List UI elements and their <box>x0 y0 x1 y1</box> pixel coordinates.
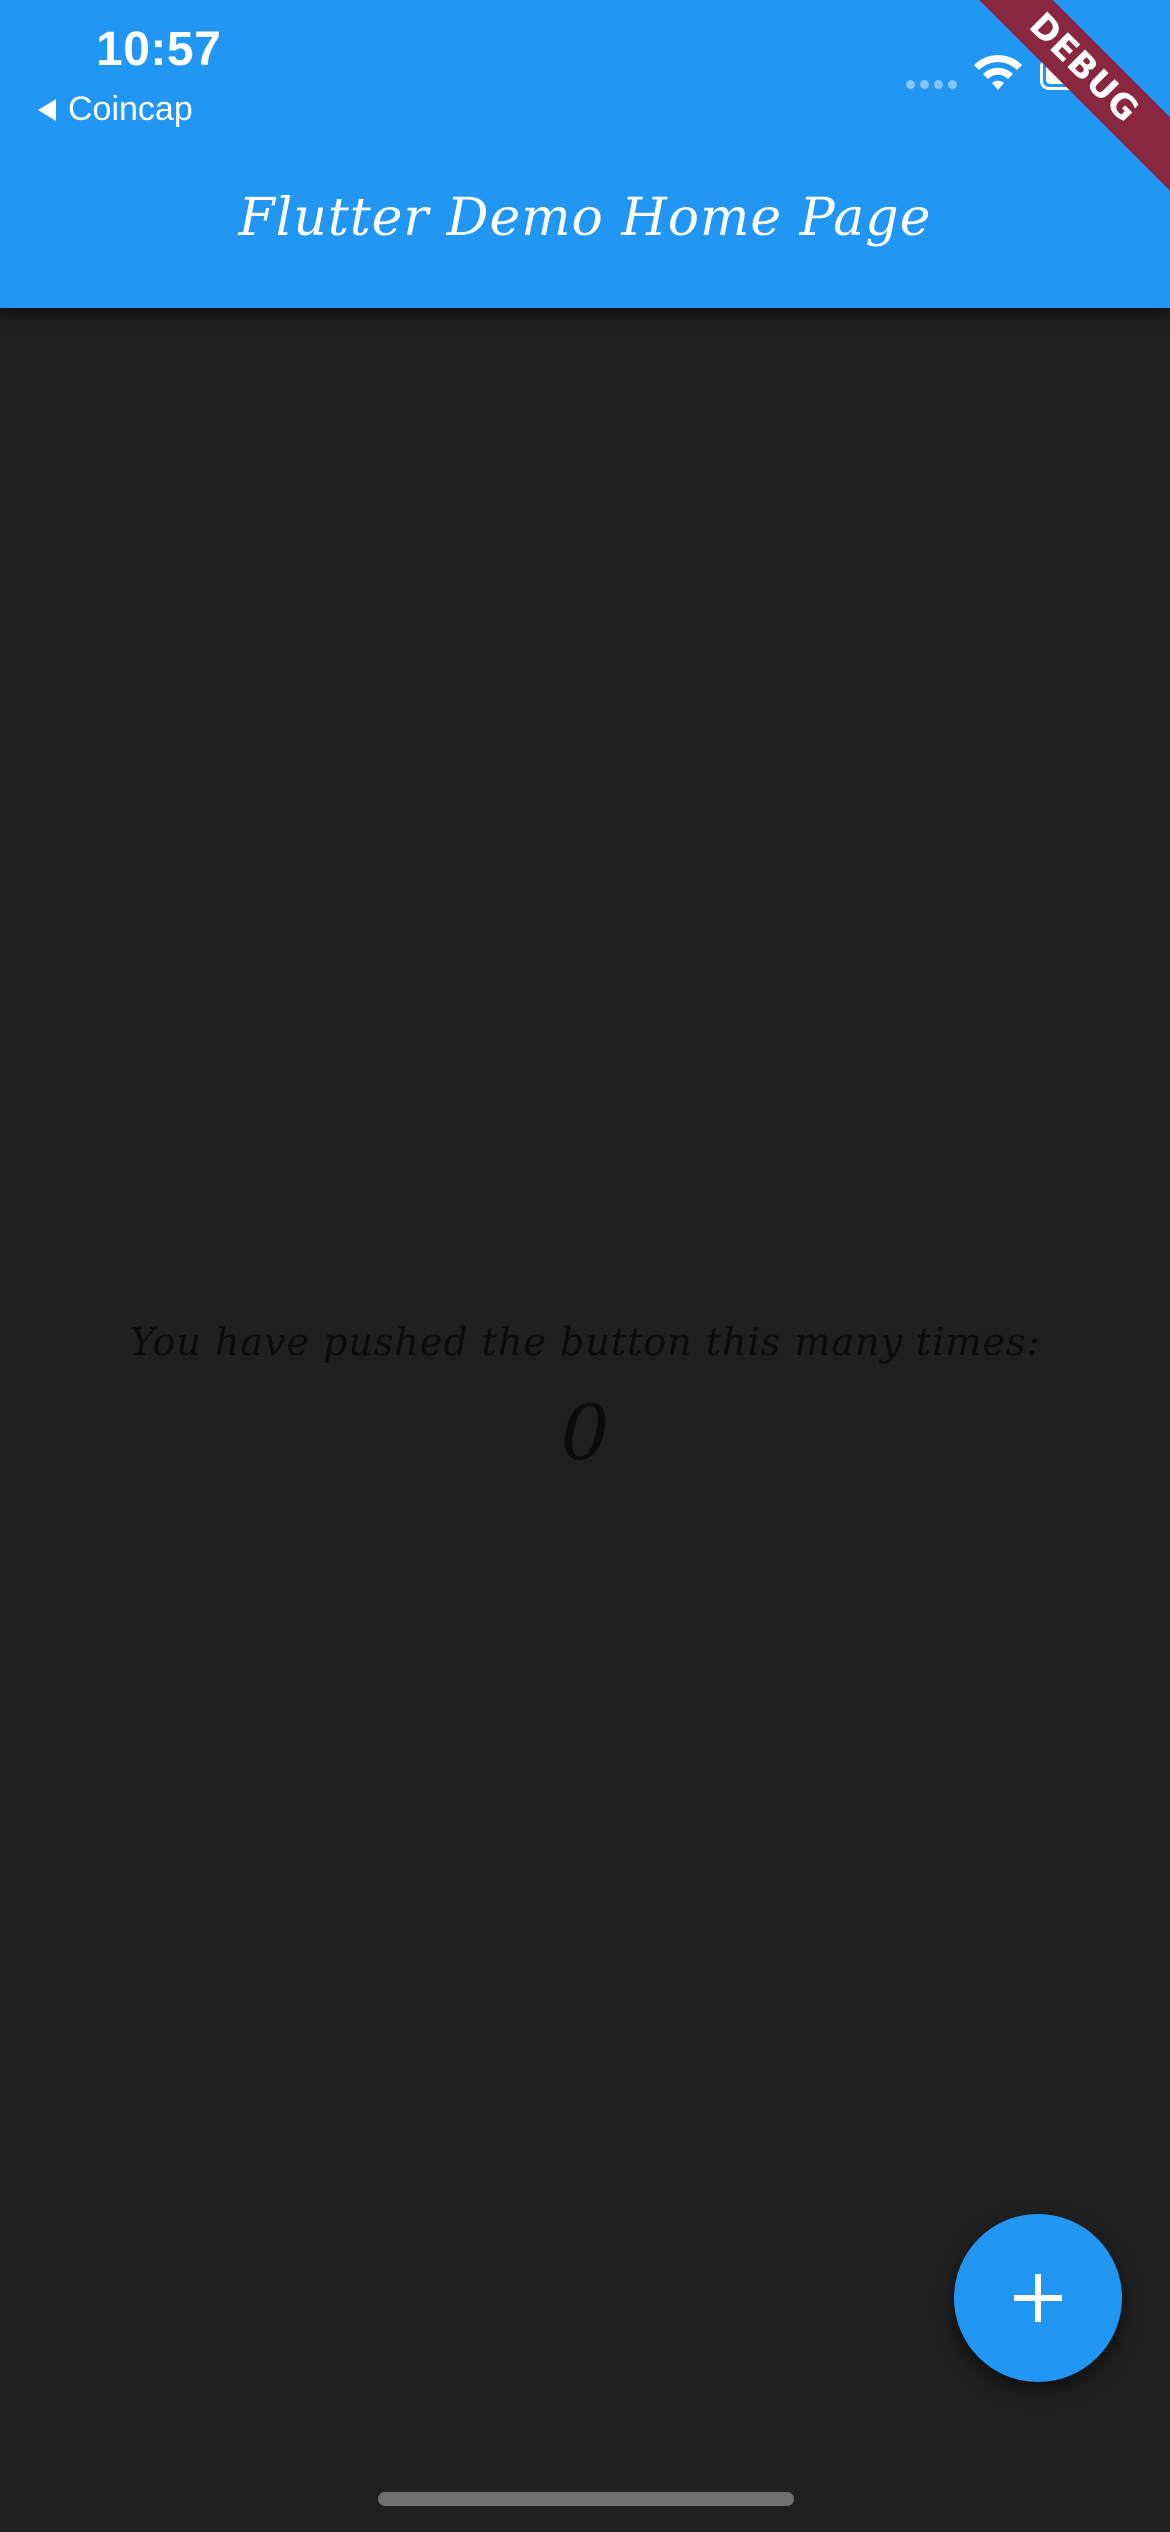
counter-value: 0 <box>560 1388 610 1477</box>
page-title: Flutter Demo Home Page <box>238 188 932 248</box>
increment-button[interactable] <box>954 2214 1122 2382</box>
back-triangle-icon <box>38 98 56 121</box>
home-indicator[interactable] <box>378 2492 794 2506</box>
cellular-signal-icon <box>906 80 957 89</box>
app-screen: 10:57 Coincap Flutter Demo Home Page DEB… <box>0 0 1170 2532</box>
plus-icon <box>1014 2274 1062 2322</box>
wifi-icon <box>974 55 1022 90</box>
counter-caption: You have pushed the button this many tim… <box>129 1320 1041 1364</box>
back-to-app-link[interactable]: Coincap <box>38 90 193 129</box>
counter-section: You have pushed the button this many tim… <box>0 1320 1170 1477</box>
app-bar: 10:57 Coincap Flutter Demo Home Page <box>0 0 1170 308</box>
back-app-label: Coincap <box>68 90 193 128</box>
status-time: 10:57 <box>96 23 222 76</box>
